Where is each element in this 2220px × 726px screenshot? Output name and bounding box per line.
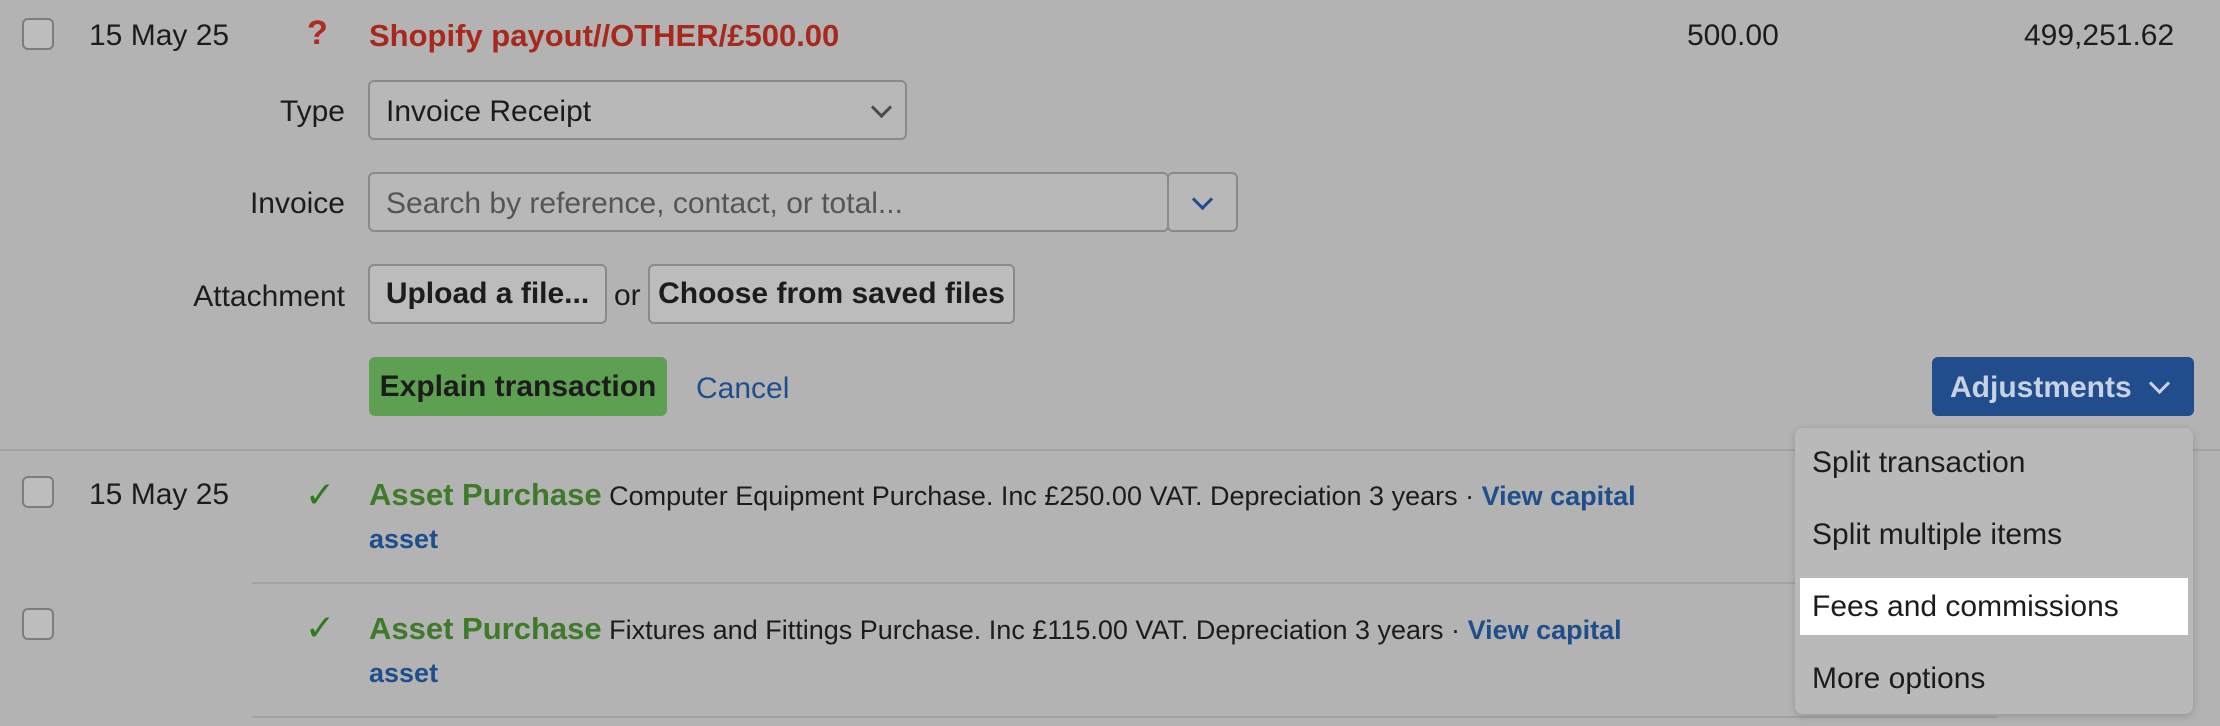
row-divider [252, 582, 1997, 584]
menu-item-split-multiple-items[interactable]: Split multiple items [1800, 506, 2188, 563]
transaction-description[interactable]: Shopify payout//OTHER/£500.00 [369, 18, 839, 54]
chevron-down-icon [2148, 372, 2171, 395]
type-label: Type [279, 95, 345, 128]
transaction-type[interactable]: Asset Purchase [369, 611, 602, 646]
explain-transaction-button[interactable]: Explain transaction [369, 357, 667, 416]
view-capital-asset-link[interactable]: View capital [1468, 615, 1622, 645]
view-capital-asset-link-continued[interactable]: asset [369, 658, 438, 689]
invoice-label: Invoice [249, 187, 345, 220]
invoice-search-input[interactable]: Search by reference, contact, or total..… [368, 172, 1169, 232]
cancel-link[interactable]: Cancel [696, 372, 789, 406]
upload-file-button[interactable]: Upload a file... [368, 264, 607, 324]
chevron-down-icon [1191, 188, 1214, 211]
transaction-summary: Asset Purchase Computer Equipment Purcha… [369, 477, 1636, 513]
view-capital-asset-link[interactable]: View capital [1482, 481, 1636, 511]
attachment-label: Attachment [193, 280, 345, 313]
adjustments-button[interactable]: Adjustments [1932, 357, 2194, 416]
transaction-date: 15 May 25 [89, 478, 230, 511]
transaction-balance: 499,251.62 [2024, 19, 2175, 52]
type-select-value: Invoice Receipt [386, 95, 592, 128]
check-icon: ✓ [305, 607, 336, 648]
adjustments-label: Adjustments [1950, 371, 2132, 404]
adjustments-menu: Split transaction Split multiple items F… [1795, 428, 2193, 714]
chevron-down-icon [870, 96, 893, 119]
transaction-detail: Computer Equipment Purchase. Inc £250.00… [609, 481, 1475, 511]
question-icon: ? [307, 14, 328, 52]
invoice-dropdown-button[interactable] [1167, 172, 1238, 232]
type-select[interactable]: Invoice Receipt [368, 80, 907, 140]
transaction-detail: Fixtures and Fittings Purchase. Inc £115… [609, 615, 1461, 645]
choose-saved-files-button[interactable]: Choose from saved files [648, 264, 1015, 324]
menu-item-fees-and-commissions[interactable]: Fees and commissions [1800, 578, 2188, 635]
menu-item-more-options[interactable]: More options [1800, 650, 2188, 707]
row-select-checkbox[interactable] [22, 18, 54, 50]
row-divider [252, 716, 1997, 718]
row-select-checkbox[interactable] [22, 608, 54, 640]
check-icon: ✓ [305, 474, 336, 515]
transaction-type[interactable]: Asset Purchase [369, 477, 602, 512]
transaction-amount: 500.00 [1687, 19, 1779, 52]
transaction-date: 15 May 25 [89, 19, 230, 52]
invoice-search-placeholder: Search by reference, contact, or total..… [386, 187, 903, 220]
row-select-checkbox[interactable] [22, 476, 54, 508]
menu-item-split-transaction[interactable]: Split transaction [1800, 434, 2188, 491]
transaction-summary: Asset Purchase Fixtures and Fittings Pur… [369, 611, 1622, 647]
view-capital-asset-link-continued[interactable]: asset [369, 524, 438, 555]
or-text: or [614, 279, 641, 312]
